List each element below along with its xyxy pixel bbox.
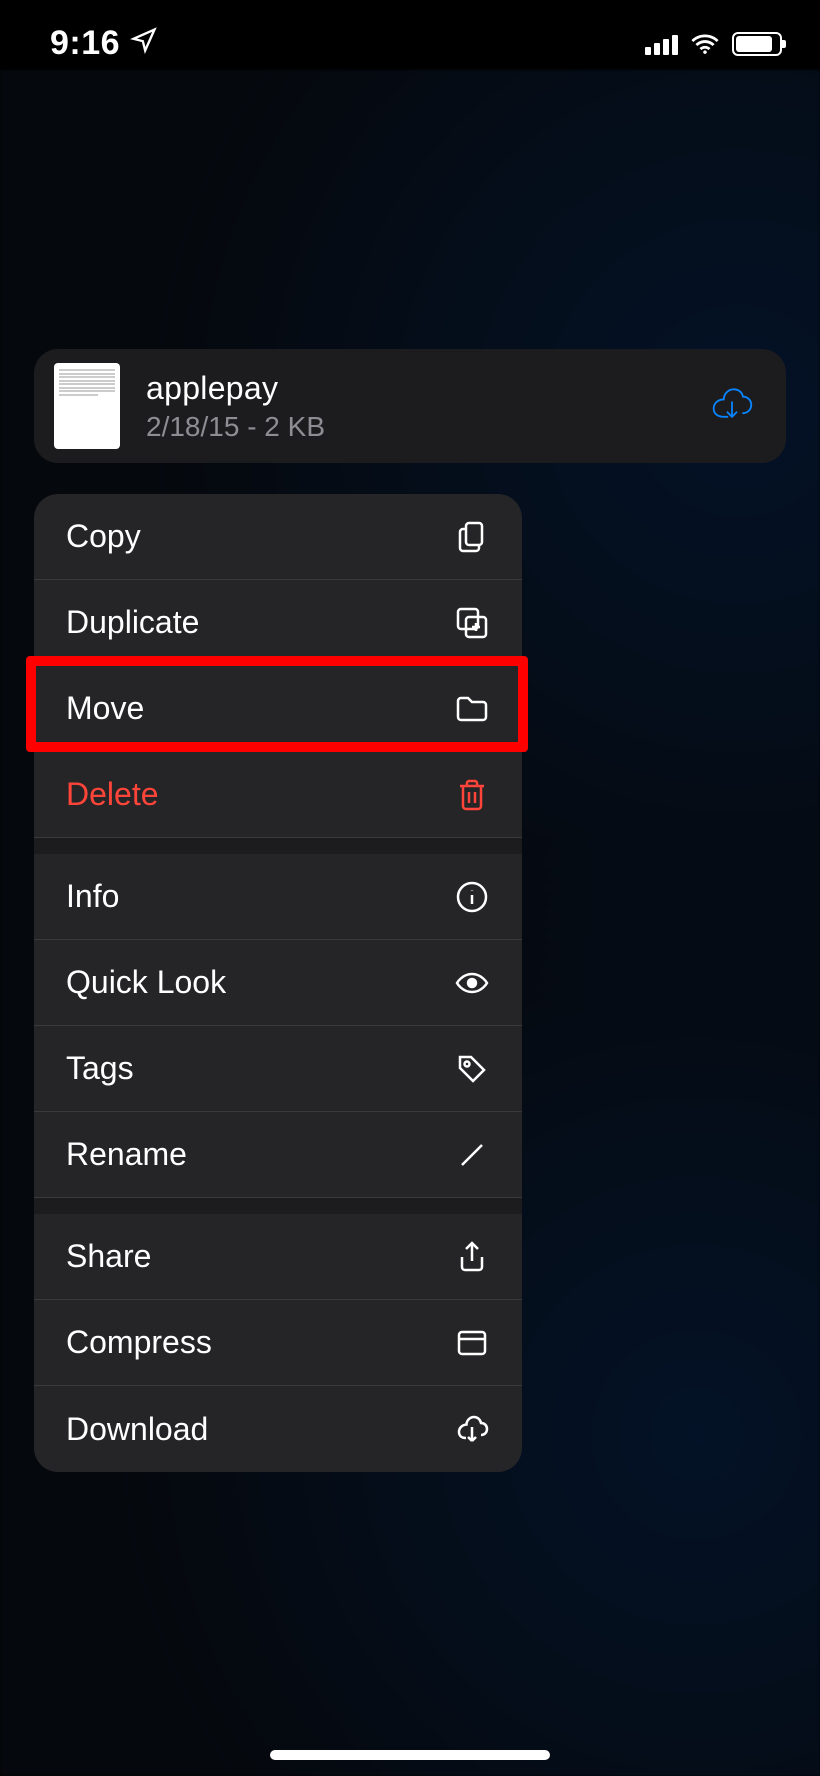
status-time: 9:16 <box>50 24 120 63</box>
menu-item-label: Tags <box>66 1050 134 1087</box>
eye-icon <box>454 965 490 1001</box>
pencil-icon <box>454 1137 490 1173</box>
context-menu: Copy Duplicate Move Delete Info Quick Lo… <box>34 494 522 1472</box>
copy-icon <box>454 519 490 555</box>
status-bar: 9:16 <box>0 0 820 77</box>
location-icon <box>130 24 158 63</box>
menu-item-duplicate[interactable]: Duplicate <box>34 580 522 666</box>
share-icon <box>454 1239 490 1275</box>
file-metadata: 2/18/15 - 2 KB <box>146 411 684 443</box>
menu-item-label: Duplicate <box>66 604 199 641</box>
menu-item-label: Delete <box>66 776 159 813</box>
trash-icon <box>454 777 490 813</box>
menu-item-move[interactable]: Move <box>34 666 522 752</box>
menu-item-label: Download <box>66 1411 208 1448</box>
tag-icon <box>454 1051 490 1087</box>
cloud-down-icon <box>454 1411 490 1447</box>
menu-item-share[interactable]: Share <box>34 1214 522 1300</box>
menu-item-label: Move <box>66 690 144 727</box>
menu-item-compress[interactable]: Compress <box>34 1300 522 1386</box>
menu-item-tags[interactable]: Tags <box>34 1026 522 1112</box>
menu-item-quicklook[interactable]: Quick Look <box>34 940 522 1026</box>
home-indicator[interactable] <box>270 1750 550 1760</box>
file-preview-card[interactable]: applepay 2/18/15 - 2 KB <box>34 349 786 463</box>
menu-item-label: Share <box>66 1238 151 1275</box>
menu-item-info[interactable]: Info <box>34 854 522 940</box>
menu-separator <box>34 838 522 854</box>
file-name: applepay <box>146 370 684 407</box>
menu-item-label: Compress <box>66 1324 212 1361</box>
battery-icon <box>732 32 782 56</box>
cloud-download-icon[interactable] <box>710 385 754 428</box>
wifi-icon <box>690 24 720 63</box>
menu-item-rename[interactable]: Rename <box>34 1112 522 1198</box>
menu-item-label: Rename <box>66 1136 187 1173</box>
menu-separator <box>34 1198 522 1214</box>
cellular-signal-icon <box>645 33 678 55</box>
duplicate-icon <box>454 605 490 641</box>
menu-item-download[interactable]: Download <box>34 1386 522 1472</box>
menu-item-delete[interactable]: Delete <box>34 752 522 838</box>
file-thumbnail <box>54 363 120 449</box>
archive-icon <box>454 1325 490 1361</box>
menu-item-copy[interactable]: Copy <box>34 494 522 580</box>
menu-item-label: Quick Look <box>66 964 226 1001</box>
folder-icon <box>454 691 490 727</box>
menu-item-label: Copy <box>66 518 141 555</box>
menu-item-label: Info <box>66 878 119 915</box>
info-icon <box>454 879 490 915</box>
